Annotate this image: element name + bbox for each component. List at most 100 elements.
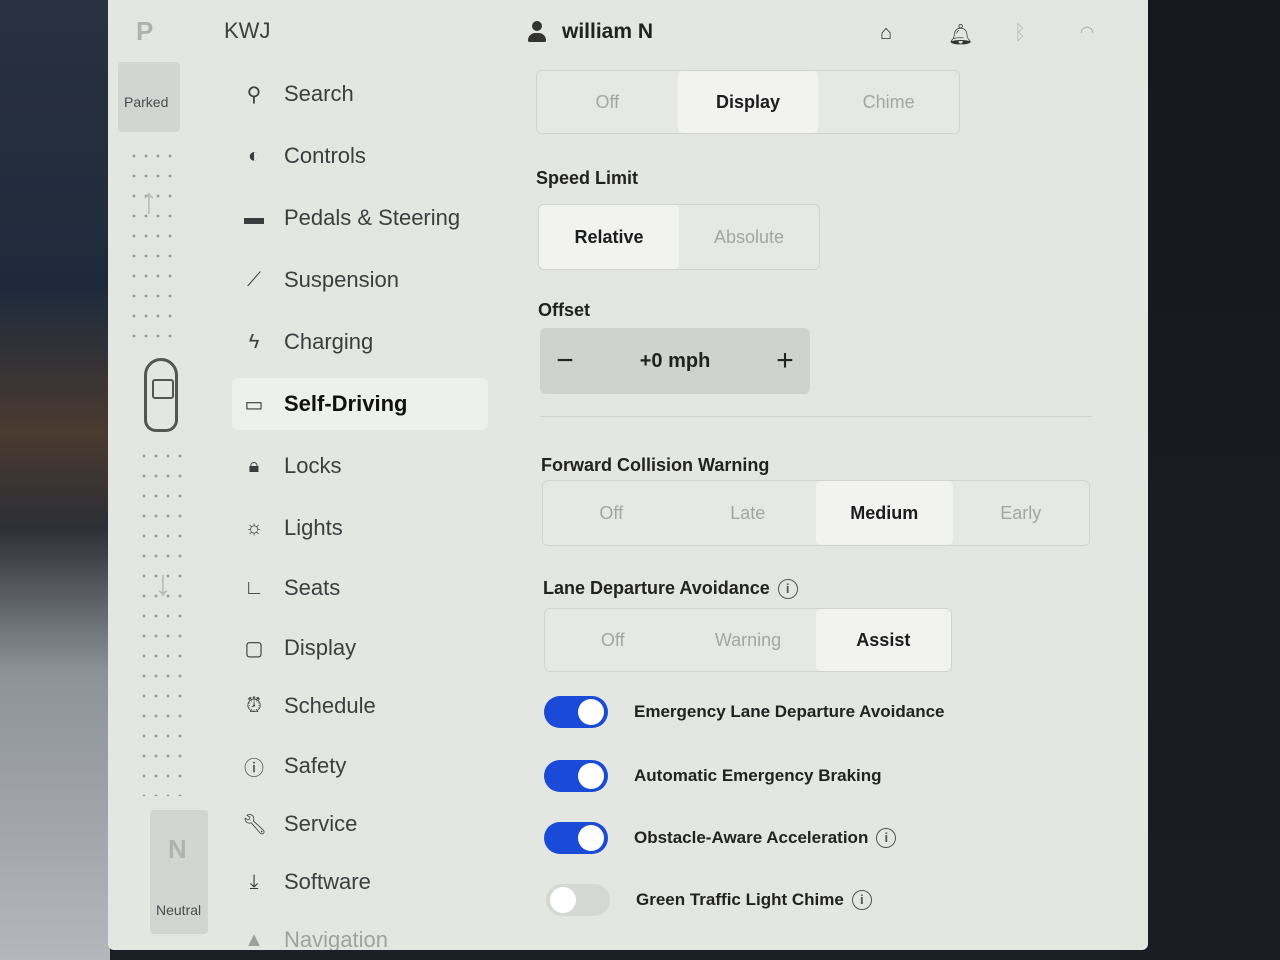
lda-option-off[interactable]: Off (545, 609, 680, 671)
sidebar-item-pedals-steering[interactable]: ▬ Pedals & Steering (232, 192, 488, 244)
search-icon: ⚲ (246, 83, 262, 106)
reverse-arrow-down-icon: ↓ (154, 562, 172, 603)
sidebar-item-label: Suspension (284, 267, 399, 292)
alarm-icon: ⏰︎ (246, 694, 262, 717)
sidebar-item-software[interactable]: ⤓ Software (232, 856, 488, 908)
section-divider (540, 416, 1092, 417)
alert-option-off[interactable]: Off (537, 71, 678, 133)
toggle-row-oaa: Obstacle-Aware Acceleration i (544, 822, 897, 854)
sidebar-item-label: Seats (284, 575, 341, 600)
elda-toggle[interactable] (544, 696, 608, 728)
fcw-label: Forward Collision Warning (541, 455, 770, 475)
sidebar-item-label: Navigation (284, 927, 388, 950)
sidebar-item-lights[interactable]: ☼ Lights (232, 502, 488, 554)
gtlc-label-row: Green Traffic Light Chime i (636, 890, 872, 911)
seat-icon: ∟ (244, 576, 264, 599)
gear-dots-top (128, 146, 174, 346)
aeb-toggle[interactable] (544, 760, 608, 792)
sidebar-item-label: Charging (284, 329, 374, 354)
info-icon[interactable]: i (851, 890, 872, 911)
sidebar-item-search[interactable]: ⚲ Search (232, 68, 488, 120)
car-icon: ▬ (244, 206, 264, 229)
sidebar-item-navigation[interactable]: ▲ Navigation (232, 914, 488, 950)
sidebar-item-label: Controls (284, 143, 366, 168)
offset-increase-button[interactable]: + (760, 344, 810, 378)
sidebar-item-label: Safety (284, 753, 347, 778)
sidebar-item-label: Locks (284, 453, 342, 478)
fcw-option-early[interactable]: Early (953, 481, 1090, 545)
sidebar-item-label: Schedule (284, 693, 376, 718)
sidebar-item-schedule[interactable]: ⏰︎ Schedule (232, 680, 488, 732)
bell-icon[interactable]: 🔔︎ (948, 22, 973, 47)
gear-letter-neutral: N (168, 834, 187, 864)
oaa-toggle[interactable] (544, 822, 608, 854)
gear-label-park: Parked (124, 94, 169, 110)
lda-option-assist[interactable]: Assist (815, 609, 951, 671)
sidebar-item-label: Service (284, 811, 358, 836)
download-icon: ⤓ (249, 870, 259, 893)
alert-option-chime[interactable]: Chime (818, 71, 959, 133)
sidebar-item-charging[interactable]: ϟ Charging (232, 316, 488, 368)
gear-indicator-column: P Parked ↑ ↓ N Neutral (108, 0, 208, 950)
toggle-row-aeb: Automatic Emergency Braking (544, 760, 882, 792)
toggle-icon: ◐ (247, 144, 261, 167)
gear-letter-park: P (136, 16, 154, 46)
bluetooth-icon[interactable]: ᛒ (1014, 22, 1026, 45)
sidebar-item-service[interactable]: 🔧︎ Service (232, 798, 488, 850)
car-interior-left (0, 0, 110, 960)
sidebar-item-seats[interactable]: ∟ Seats (232, 562, 488, 614)
sun-icon: ☼ (244, 516, 264, 539)
vehicle-name: KWJ (224, 18, 271, 43)
sidebar-item-label: Search (284, 81, 354, 106)
oaa-label: Obstacle-Aware Acceleration (634, 827, 869, 847)
bolt-icon: ϟ (248, 330, 260, 353)
sidebar-item-display[interactable]: ▢ Display (232, 622, 488, 674)
user-icon (528, 21, 550, 43)
offset-label: Offset (538, 300, 591, 320)
user-profile[interactable]: william N (528, 20, 653, 44)
offset-decrease-button[interactable]: − (540, 344, 590, 378)
lda-label-row: Lane Departure Avoidance i (543, 578, 798, 600)
oaa-label-row: Obstacle-Aware Acceleration i (634, 827, 897, 849)
sidebar-item-label: Software (284, 869, 371, 894)
lda-option-warning[interactable]: Warning (680, 609, 815, 671)
sidebar-item-safety[interactable]: ⓘ Safety (232, 740, 488, 792)
toggle-row-elda: Emergency Lane Departure Avoidance (544, 696, 945, 728)
steering-icon: ▭ (244, 393, 264, 416)
sidebar-item-self-driving[interactable]: ▭ Self-Driving (232, 378, 488, 430)
gear-dots-bottom (138, 446, 184, 796)
wifi-icon[interactable]: ◠ (1080, 22, 1094, 42)
car-top-view-icon (144, 358, 178, 432)
navigation-icon: ▲ (244, 928, 264, 951)
fcw-option-medium[interactable]: Medium (816, 481, 953, 545)
info-icon[interactable]: i (777, 579, 798, 600)
alert-mode-selector: Off Display Chime (536, 70, 960, 134)
fcw-option-off[interactable]: Off (543, 481, 680, 545)
garage-icon[interactable]: ⌂ (880, 22, 892, 45)
sidebar-item-label: Self-Driving (284, 391, 408, 416)
wrench-icon: 🔧︎ (242, 813, 268, 836)
gtlc-toggle[interactable] (546, 884, 610, 916)
aeb-label: Automatic Emergency Braking (634, 766, 882, 785)
speed-limit-label: Speed Limit (536, 168, 639, 188)
sidebar-item-locks[interactable]: 🔒︎ Locks (232, 440, 488, 492)
sidebar-item-label: Display (284, 635, 357, 660)
gtlc-label: Green Traffic Light Chime (636, 889, 844, 909)
sidebar-item-suspension[interactable]: ⟋ Suspension (232, 254, 488, 306)
offset-stepper: − +0 mph + (540, 328, 810, 394)
lda-label: Lane Departure Avoidance (543, 578, 770, 598)
fcw-selector: Off Late Medium Early (542, 480, 1090, 546)
drive-arrow-up-icon: ↑ (140, 180, 158, 221)
alert-option-display[interactable]: Display (677, 71, 819, 133)
sidebar-item-controls[interactable]: ◐ Controls (232, 130, 488, 182)
info-icon[interactable]: i (876, 828, 897, 849)
offset-value: +0 mph (639, 349, 711, 372)
speed-limit-option-relative[interactable]: Relative (539, 205, 679, 269)
speed-limit-option-absolute[interactable]: Absolute (679, 205, 819, 269)
speed-limit-selector: Relative Absolute (538, 204, 820, 270)
fcw-option-late[interactable]: Late (680, 481, 817, 545)
user-name: william N (562, 20, 654, 43)
elda-label: Emergency Lane Departure Avoidance (634, 702, 945, 721)
lock-icon: 🔒︎ (248, 454, 260, 477)
sidebar-item-label: Lights (284, 515, 343, 540)
